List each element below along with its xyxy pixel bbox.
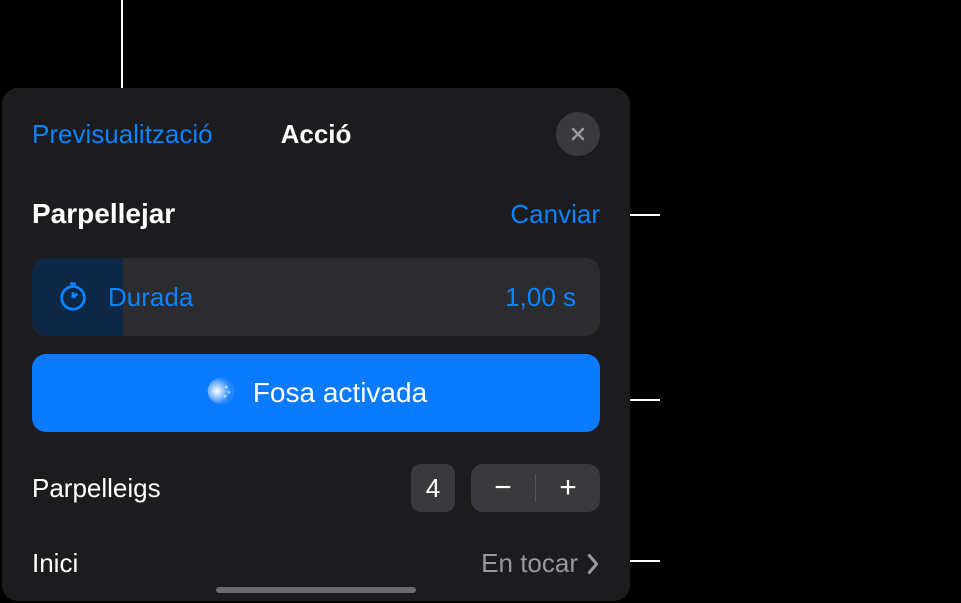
stopwatch-icon <box>56 278 90 317</box>
close-icon <box>568 124 588 144</box>
blinks-label: Parpelleigs <box>32 473 161 504</box>
chevron-right-icon <box>586 553 600 575</box>
preview-button[interactable]: Previsualització <box>32 119 213 150</box>
duration-label: Durada <box>108 282 193 313</box>
start-label: Inici <box>32 548 78 579</box>
duration-slider[interactable]: Durada 1,00 s <box>32 258 600 336</box>
panel-header: Previsualització Acció <box>32 112 600 156</box>
panel-title: Acció <box>281 119 352 150</box>
close-button[interactable] <box>556 112 600 156</box>
effect-name: Parpellejar <box>32 198 175 230</box>
blinks-row: Parpelleigs 4 − + <box>32 464 600 512</box>
blinks-stepper: − + <box>471 464 600 512</box>
stepper-minus-button[interactable]: − <box>471 464 535 512</box>
change-button[interactable]: Canviar <box>510 199 600 230</box>
blurfade-icon <box>205 375 237 412</box>
effect-row: Parpellejar Canviar <box>32 198 600 230</box>
blinks-controls: 4 − + <box>411 464 600 512</box>
start-value-button[interactable]: En tocar <box>481 548 600 579</box>
callout-line <box>121 0 123 101</box>
duration-value: 1,00 s <box>505 282 576 313</box>
blurfade-button[interactable]: Fosa activada <box>32 354 600 432</box>
home-indicator <box>216 587 416 593</box>
action-panel: Previsualització Acció Parpellejar Canvi… <box>2 88 630 601</box>
start-row[interactable]: Inici En tocar <box>32 548 600 579</box>
stepper-plus-button[interactable]: + <box>536 464 600 512</box>
start-value: En tocar <box>481 548 578 579</box>
blinks-value: 4 <box>411 464 455 512</box>
blurfade-label: Fosa activada <box>253 377 427 409</box>
